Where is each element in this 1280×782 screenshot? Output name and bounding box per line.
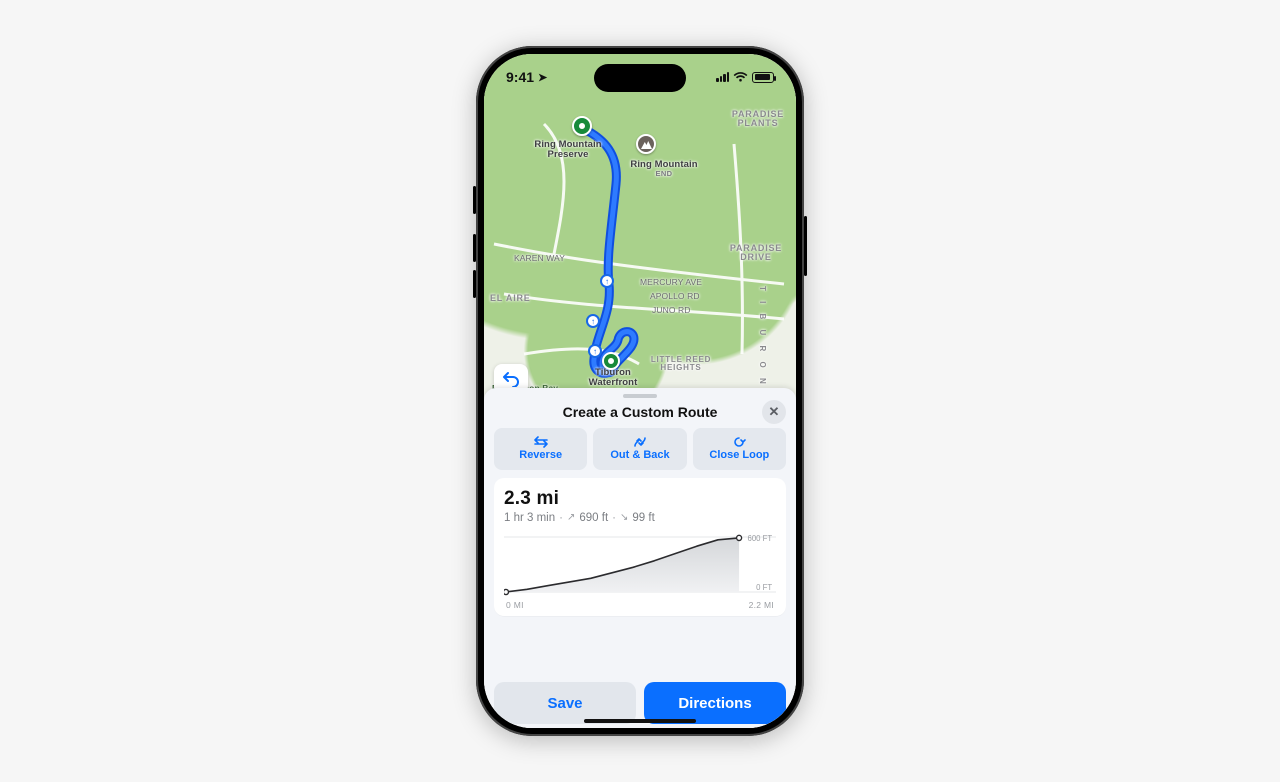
reverse-label: Reverse <box>519 449 562 461</box>
elev-x-left: 0 MI <box>506 600 524 610</box>
map-label-karen-way: KAREN WAY <box>514 254 565 263</box>
route-sheet: Create a Custom Route ✕ Reverse Out & Ba… <box>484 388 796 728</box>
map-pin-end[interactable] <box>636 134 656 154</box>
save-label: Save <box>547 695 582 712</box>
close-loop-label: Close Loop <box>709 449 769 461</box>
route-stats-card: 2.3 mi 1 hr 3 min · ↗ 690 ft · ↘ 99 ft <box>494 478 786 616</box>
map-label-paradise-drive: PARADISE DRIVE <box>726 244 786 263</box>
out-and-back-icon <box>633 436 647 448</box>
close-loop-icon <box>732 436 746 448</box>
map-label-paradise-plants: PARADISE PLANTS <box>728 110 788 129</box>
directions-label: Directions <box>678 695 751 712</box>
elev-y-bot: 0 FT <box>756 583 772 592</box>
route-ascent: 690 ft <box>579 512 608 524</box>
wifi-icon <box>733 72 748 83</box>
elevation-svg: 600 FT 0 FT <box>504 532 776 598</box>
location-arrow-icon: ➤ <box>538 71 547 84</box>
route-option-row: Reverse Out & Back Close Loop <box>492 428 788 478</box>
directions-button[interactable]: Directions <box>644 682 786 724</box>
sheet-header: Create a Custom Route ✕ <box>492 402 788 428</box>
status-right <box>716 72 774 83</box>
route-descent: 99 ft <box>632 512 654 524</box>
route-waypoint-marker[interactable]: ↑ <box>586 314 600 328</box>
map-label-little-reed-heights: LITTLE REED HEIGHTS <box>646 356 716 373</box>
close-icon: ✕ <box>769 404 780 420</box>
map-label-tiburon: T I B U R O N <box>758 286 766 388</box>
map-label-mercury-ave: MERCURY AVE <box>640 278 702 287</box>
route-subline: 1 hr 3 min · ↗ 690 ft · ↘ 99 ft <box>504 512 776 524</box>
route-waypoint-marker[interactable]: ↑ <box>588 344 602 358</box>
battery-icon <box>752 72 774 83</box>
elevation-x-axis: 0 MI 2.2 MI <box>504 598 776 610</box>
status-time: 9:41 <box>506 69 534 85</box>
map-label-ring-mountain: Ring Mountain END <box>624 160 704 178</box>
close-button[interactable]: ✕ <box>762 400 786 424</box>
close-loop-button[interactable]: Close Loop <box>693 428 786 470</box>
elev-y-top: 600 FT <box>748 534 773 543</box>
route-waypoint-marker[interactable]: ↑ <box>600 274 614 288</box>
status-left: 9:41 ➤ <box>506 69 547 85</box>
out-and-back-label: Out & Back <box>610 449 669 461</box>
page: 9:41 ➤ <box>0 0 1280 782</box>
dynamic-island <box>594 64 686 92</box>
out-and-back-button[interactable]: Out & Back <box>593 428 686 470</box>
save-button[interactable]: Save <box>494 682 636 724</box>
iphone-frame: 9:41 ➤ <box>476 46 804 736</box>
home-indicator[interactable] <box>584 719 696 723</box>
map-label-apollo-rd: APOLLO RD <box>650 292 700 301</box>
map-label-juno-rd: JUNO RD <box>652 306 690 315</box>
route-distance: 2.3 mi <box>504 488 776 510</box>
sheet-title: Create a Custom Route <box>563 404 718 420</box>
undo-icon <box>502 371 520 387</box>
elev-x-right: 2.2 MI <box>749 600 774 610</box>
elevation-chart: 600 FT 0 FT 0 MI 2.2 MI <box>504 532 776 610</box>
sheet-grabber[interactable] <box>623 394 657 398</box>
descent-icon: ↘ <box>620 512 628 523</box>
map-label-el-aire: EL AIRE <box>490 294 531 303</box>
phone-screen: 9:41 ➤ <box>484 54 796 728</box>
reverse-button[interactable]: Reverse <box>494 428 587 470</box>
signal-icon <box>716 72 729 82</box>
route-duration: 1 hr 3 min <box>504 512 555 524</box>
reverse-icon <box>534 436 548 448</box>
map-pin-start[interactable] <box>572 116 592 136</box>
ascent-icon: ↗ <box>567 512 575 523</box>
map-label-ring-mountain-preserve: Ring Mountain Preserve <box>532 140 604 160</box>
